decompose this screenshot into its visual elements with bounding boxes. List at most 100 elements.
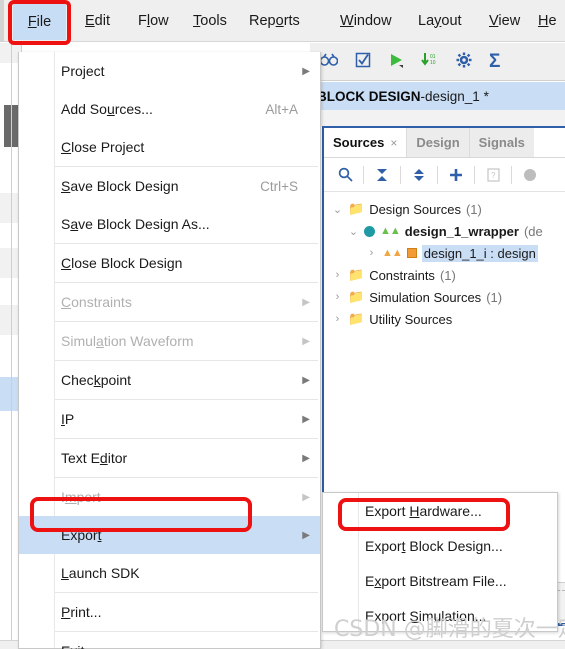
menubar-item-file[interactable]: File — [13, 4, 66, 40]
add-sources-icon[interactable] — [441, 162, 471, 188]
chevron-right-icon: ▶ — [302, 374, 310, 386]
tree-item-count: (1) — [439, 267, 456, 283]
hierarchy-icon: ▲▲ — [380, 225, 401, 237]
chevron-right-icon[interactable]: › — [332, 269, 343, 281]
sources-panel-toolbar: ? — [324, 158, 565, 192]
close-icon[interactable]: × — [390, 136, 397, 150]
menubar-item-edit[interactable]: Edit — [85, 6, 110, 36]
menu-item-export[interactable]: Export ▶ — [19, 516, 320, 554]
menubar-item-file-label: File — [27, 14, 52, 30]
menu-item-label: Print... — [61, 604, 102, 620]
tree-item-count: (1) — [486, 289, 503, 305]
menubar-item-help[interactable]: He — [538, 6, 557, 36]
gear-icon[interactable] — [456, 52, 472, 72]
tab-sources-label: Sources — [333, 135, 385, 150]
title-gap — [310, 110, 565, 126]
tree-item-design-1-i[interactable]: › ▲▲ design_1_i : design — [324, 242, 565, 264]
menubar-item-window[interactable]: Window — [340, 6, 392, 36]
menu-item-label: Close Block Design — [61, 255, 183, 271]
menu-item-save-block-design-as[interactable]: Save Block Design As... — [19, 205, 320, 243]
run-icon[interactable] — [388, 52, 404, 72]
menu-item-accelerator: Ctrl+S — [260, 178, 298, 194]
menubar: File Edit Flow Tools Reports Window Layo… — [0, 0, 565, 42]
menubar-item-reports[interactable]: Reports — [249, 6, 300, 36]
menu-item-export-simulation[interactable]: Export Simulation... — [323, 598, 557, 633]
tree-item-simulation-sources[interactable]: › 📁 Simulation Sources (1) — [324, 286, 565, 308]
menu-item-ip[interactable]: IP ▶ — [19, 400, 320, 438]
download-binary-icon[interactable]: 01 10 — [421, 52, 439, 72]
tree-item-count: (de — [523, 223, 543, 239]
menu-item-export-block-design[interactable]: Export Block Design... — [323, 528, 557, 563]
menubar-left-edge — [0, 0, 4, 42]
export-submenu: Export Hardware... Export Block Design..… — [322, 492, 558, 632]
menu-item-label: Export Hardware... — [365, 502, 482, 519]
search-icon[interactable] — [330, 162, 360, 188]
menu-item-save-block-design[interactable]: Save Block Design Ctrl+S — [19, 167, 320, 205]
menu-item-text-editor[interactable]: Text Editor ▶ — [19, 439, 320, 477]
file-menu-list: Project ▶ Add Sources... Alt+A Close Pro… — [19, 52, 320, 649]
chevron-right-icon: ▶ — [302, 491, 310, 503]
chevron-right-icon: ▶ — [302, 65, 310, 77]
chevron-right-icon[interactable]: › — [332, 313, 343, 325]
tab-design[interactable]: Design — [406, 128, 469, 157]
file-menu-dropdown: Project ▶ Add Sources... Alt+A Close Pro… — [18, 52, 321, 649]
tree-item-design-1-wrapper[interactable]: ⌄ ▲▲ design_1_wrapper (de — [324, 220, 565, 242]
menu-item-add-sources[interactable]: Add Sources... Alt+A — [19, 90, 320, 128]
tab-design-label: Design — [416, 135, 460, 150]
menu-item-exit[interactable]: Exit — [19, 632, 320, 649]
menu-item-label: Add Sources... — [61, 101, 153, 117]
block-design-title-label: BLOCK DESIGN — [317, 88, 421, 104]
menu-item-close-block-design[interactable]: Close Block Design — [19, 244, 320, 282]
menu-item-label: IP — [61, 411, 75, 427]
chevron-down-icon[interactable]: ⌄ — [348, 225, 359, 238]
chevron-right-icon: ▶ — [302, 452, 310, 464]
chevron-right-icon[interactable]: › — [332, 291, 343, 303]
menu-item-close-project[interactable]: Close Project — [19, 128, 320, 166]
menubar-item-view[interactable]: View — [489, 6, 520, 36]
menu-item-print[interactable]: Print... — [19, 593, 320, 631]
menubar-item-flow[interactable]: Flow — [138, 6, 169, 36]
block-design-modified-marker: * — [483, 88, 489, 104]
menu-item-label: Save Block Design As... — [61, 216, 210, 232]
block-icon — [406, 248, 417, 258]
menu-item-label: Export Simulation... — [365, 607, 487, 624]
expand-all-icon[interactable] — [404, 162, 434, 188]
folder-icon: 📁 — [348, 267, 365, 282]
chevron-right-icon[interactable]: › — [366, 247, 377, 259]
sources-tree: ⌄ 📁 Design Sources (1) ⌄ ▲▲ design_1_wra… — [324, 192, 565, 330]
tree-item-constraints[interactable]: › 📁 Constraints (1) — [324, 264, 565, 286]
tree-item-utility-sources[interactable]: › 📁 Utility Sources — [324, 308, 565, 330]
menu-item-constraints: Constraints ▶ — [19, 283, 320, 321]
menubar-item-layout[interactable]: Layout — [418, 6, 462, 36]
binoculars-icon[interactable] — [319, 53, 339, 71]
menu-item-label: Project — [61, 63, 105, 79]
more-icon[interactable] — [515, 162, 545, 188]
help-icon[interactable]: ? — [478, 162, 508, 188]
menu-item-checkpoint[interactable]: Checkpoint ▶ — [19, 361, 320, 399]
chevron-right-icon: ▶ — [302, 413, 310, 425]
tree-item-label: Utility Sources — [369, 311, 453, 327]
menu-item-export-bitstream-file[interactable]: Export Bitstream File... — [323, 563, 557, 598]
checkbox-icon[interactable] — [355, 52, 371, 72]
tab-sources[interactable]: Sources × — [324, 128, 407, 157]
collapse-all-icon[interactable] — [367, 162, 397, 188]
module-icon — [364, 225, 375, 237]
menu-item-accelerator: Alt+A — [265, 101, 298, 117]
folder-icon: 📁 — [348, 289, 365, 304]
menu-item-export-hardware[interactable]: Export Hardware... — [323, 493, 557, 528]
menubar-item-tools[interactable]: Tools — [193, 6, 227, 36]
folder-icon: 📁 — [348, 201, 365, 216]
tree-item-label: design_1_i : design — [421, 244, 538, 262]
menu-item-launch-sdk[interactable]: Launch SDK — [19, 554, 320, 592]
tree-item-design-sources[interactable]: ⌄ 📁 Design Sources (1) — [324, 198, 565, 220]
tree-item-count: (1) — [465, 201, 482, 217]
tab-signals[interactable]: Signals — [468, 128, 534, 157]
menu-item-import: Import ▶ — [19, 478, 320, 516]
menu-item-label: Save Block Design — [61, 178, 179, 194]
block-design-title: BLOCK DESIGN - design_1 * — [310, 82, 565, 110]
chevron-down-icon[interactable]: ⌄ — [332, 203, 343, 216]
chevron-right-icon: ▶ — [302, 529, 310, 541]
menu-item-project[interactable]: Project ▶ — [19, 52, 320, 90]
sigma-icon[interactable]: Σ — [489, 52, 500, 71]
tree-item-label: design_1_wrapper — [404, 223, 519, 239]
